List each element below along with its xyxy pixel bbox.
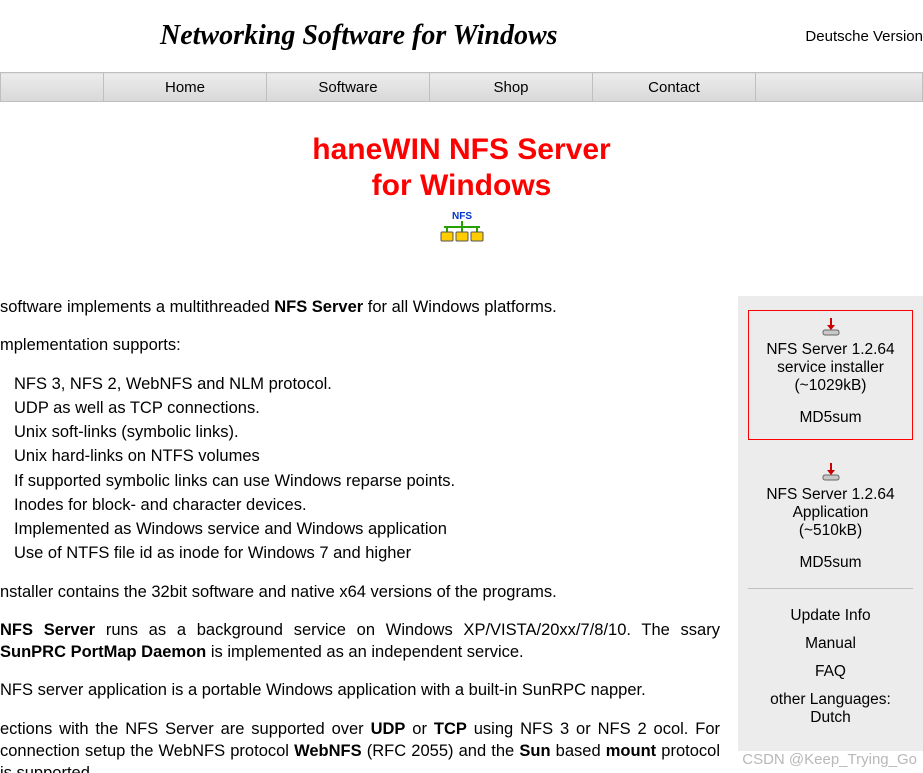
dl-subtitle: Application <box>793 504 869 521</box>
download-app-link[interactable]: NFS Server 1.2.64 Application (~510kB) <box>754 486 907 540</box>
nav-contact[interactable]: Contact <box>593 73 756 102</box>
text: (RFC 2055) and the <box>362 742 520 760</box>
text: ections with the NFS Server are supporte… <box>0 720 371 738</box>
download-sidebar: NFS Server 1.2.64 service installer (~10… <box>738 296 923 751</box>
svg-text:NFS: NFS <box>452 211 472 222</box>
feature-item: Use of NTFS file id as inode for Windows… <box>14 542 720 564</box>
connections-paragraph: ections with the NFS Server are supporte… <box>0 718 720 773</box>
page-title: haneWIN NFS Server for Windows NFS <box>0 132 923 246</box>
text-bold: mount <box>606 742 656 760</box>
feature-item: Unix soft-links (symbolic links). <box>14 421 720 443</box>
language-link[interactable]: Deutsche Version <box>805 28 923 45</box>
feature-item: Inodes for block- and character devices. <box>14 494 720 516</box>
dl-title: NFS Server 1.2.64 <box>766 341 894 358</box>
main-nav: Home Software Shop Contact <box>0 72 923 102</box>
other-lang-label: other Languages: <box>770 691 891 708</box>
nav-software[interactable]: Software <box>267 73 430 102</box>
download-installer-box: NFS Server 1.2.64 service installer (~10… <box>748 310 913 440</box>
dl-title: NFS Server 1.2.64 <box>766 486 894 503</box>
dl-subtitle: service installer <box>777 359 884 376</box>
text: software implements a multithreaded <box>0 298 274 316</box>
download-app-box: NFS Server 1.2.64 Application (~510kB) M… <box>748 462 913 589</box>
page-title-line2: for Windows <box>372 169 552 202</box>
nfs-icon: NFS <box>438 210 486 246</box>
download-icon <box>820 462 842 482</box>
text-bold: NFS Server <box>274 298 363 316</box>
md5-link[interactable]: MD5sum <box>754 554 907 572</box>
md5-link[interactable]: MD5sum <box>755 409 906 427</box>
feature-item: NFS 3, NFS 2, WebNFS and NLM protocol. <box>14 373 720 395</box>
feature-item: If supported symbolic links can use Wind… <box>14 470 720 492</box>
app-paragraph: NFS server application is a portable Win… <box>0 679 720 701</box>
text: runs as a background service on Windows … <box>95 621 720 639</box>
text-bold: SunPRC PortMap Daemon <box>0 643 206 661</box>
text-bold: Sun <box>519 742 550 760</box>
impl-heading: mplementation supports: <box>0 334 720 356</box>
feature-item: Implemented as Windows service and Windo… <box>14 518 720 540</box>
feature-item: Unix hard-links on NTFS volumes <box>14 445 720 467</box>
download-installer-link[interactable]: NFS Server 1.2.64 service installer (~10… <box>755 341 906 395</box>
update-info-link[interactable]: Update Info <box>748 607 913 625</box>
main-content: software implements a multithreaded NFS … <box>0 296 738 773</box>
nav-shop[interactable]: Shop <box>430 73 593 102</box>
site-title: Networking Software for Windows <box>160 20 558 51</box>
other-lang-dutch[interactable]: Dutch <box>810 709 851 726</box>
manual-link[interactable]: Manual <box>748 635 913 653</box>
other-languages: other Languages: Dutch <box>748 691 913 727</box>
installer-note: nstaller contains the 32bit software and… <box>0 581 720 603</box>
dl-size: (~1029kB) <box>795 377 867 394</box>
text: based <box>551 742 606 760</box>
faq-link[interactable]: FAQ <box>748 663 913 681</box>
download-icon <box>820 317 842 337</box>
nav-home[interactable]: Home <box>104 73 267 102</box>
text-bold: WebNFS <box>294 742 362 760</box>
nav-spacer-left <box>1 73 104 102</box>
text: or <box>405 720 433 738</box>
intro-paragraph: software implements a multithreaded NFS … <box>0 296 720 318</box>
nav-spacer-right <box>756 73 923 102</box>
service-paragraph: NFS Server runs as a background service … <box>0 619 720 664</box>
text: is implemented as an independent service… <box>206 643 523 661</box>
feature-item: UDP as well as TCP connections. <box>14 397 720 419</box>
text: for all Windows platforms. <box>363 298 556 316</box>
feature-list: NFS 3, NFS 2, WebNFS and NLM protocol. U… <box>14 373 720 565</box>
page-title-line1: haneWIN NFS Server <box>312 133 610 166</box>
text-bold: UDP <box>371 720 406 738</box>
text-bold: NFS Server <box>0 621 95 639</box>
text-bold: TCP <box>434 720 467 738</box>
dl-size: (~510kB) <box>799 522 862 539</box>
